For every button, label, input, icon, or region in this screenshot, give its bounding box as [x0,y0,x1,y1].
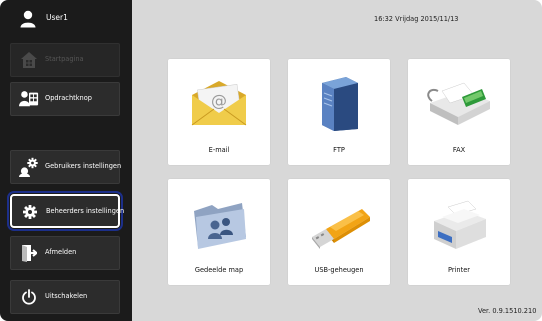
tile-usb-geheugen[interactable]: USB-geheugen [288,179,390,285]
sidebar-item-uitschakelen[interactable]: Uitschakelen [10,280,120,314]
sidebar: User1 Startpagina Opdrachtknop Gebruiker… [0,0,132,321]
sidebar-item-label: Startpagina [45,55,84,63]
ftp-server-icon [304,73,374,133]
sidebar-item-startpagina[interactable]: Startpagina [10,43,120,77]
sidebar-item-label: Gebruikers instellingen [45,162,122,170]
tile-email[interactable]: @ E-mail [168,59,270,165]
tile-label: Printer [448,266,470,274]
tile-label: USB-geheugen [314,266,364,274]
screen: User1 Startpagina Opdrachtknop Gebruiker… [0,0,542,321]
power-icon [19,287,39,307]
datetime: 16:32 Vrijdag 2015/11/13 [374,15,459,23]
fax-machine-icon [424,73,494,133]
svg-text:@: @ [211,91,227,110]
version-label: Ver. 0.9.1510.210 [478,307,537,315]
sidebar-item-beheerders-instellingen[interactable]: Beheerders instellingen [7,191,124,231]
gear-icon [20,202,40,222]
sidebar-item-label: Uitschakelen [45,292,88,300]
tile-label: E-mail [208,146,230,154]
sidebar-item-afmelden[interactable]: Afmelden [10,236,120,270]
tile-label: FAX [452,146,466,154]
sidebar-item-label: Afmelden [45,248,77,256]
gears-icon [19,157,39,177]
user-row: User1 [0,0,132,40]
email-envelope-icon: @ [184,73,254,133]
tile-ftp[interactable]: FTP [288,59,390,165]
home-icon [19,50,39,70]
job-button-icon [19,89,39,109]
sidebar-item-opdrachtknop[interactable]: Opdrachtknop [10,82,120,116]
tile-gedeelde-map[interactable]: Gedeelde map [168,179,270,285]
printer-icon [424,193,494,253]
tile-label: FTP [333,146,345,154]
shared-folder-icon [184,193,254,253]
user-name: User1 [46,13,68,22]
sidebar-item-label: Beheerders instellingen [46,207,125,215]
logout-icon [19,243,39,263]
usb-drive-icon [304,193,374,253]
tile-label: Gedeelde map [194,266,244,274]
tile-printer[interactable]: Printer [408,179,510,285]
user-icon [20,10,36,28]
sidebar-item-gebruikers-instellingen[interactable]: Gebruikers instellingen [10,150,122,184]
sidebar-item-label: Opdrachtknop [45,94,92,102]
tile-fax[interactable]: FAX [408,59,510,165]
